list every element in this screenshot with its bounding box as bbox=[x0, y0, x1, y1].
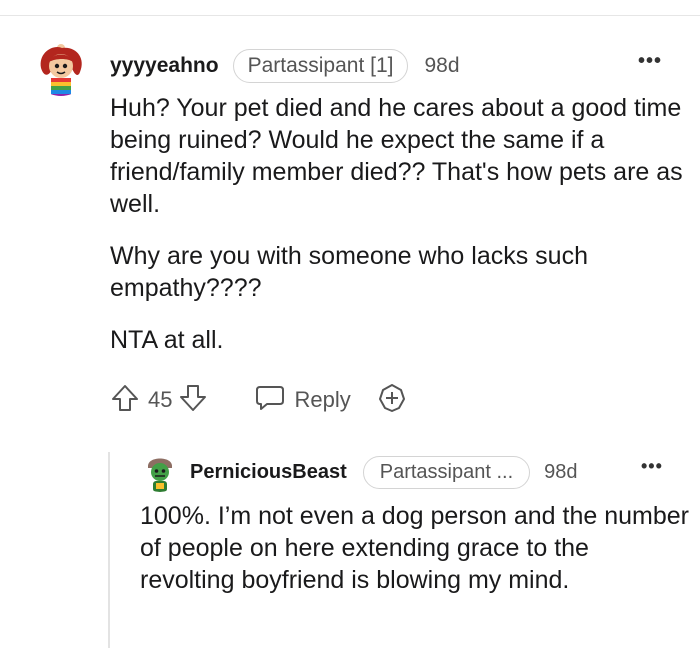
reply-label: Reply bbox=[294, 387, 351, 412]
comment-actions: 45 Reply bbox=[110, 380, 407, 420]
vote-score: 45 bbox=[148, 387, 173, 412]
avatar[interactable] bbox=[140, 452, 180, 492]
user-flair: Partassipant ... bbox=[362, 455, 531, 489]
downvote-arrow-icon[interactable] bbox=[178, 383, 208, 418]
more-options-icon[interactable]: ••• bbox=[641, 456, 663, 477]
upvote-arrow-icon[interactable] bbox=[110, 383, 140, 418]
speech-bubble-icon bbox=[254, 383, 286, 418]
award-plus-icon[interactable] bbox=[377, 383, 407, 418]
thread-line[interactable] bbox=[108, 452, 110, 648]
reply-button[interactable]: Reply bbox=[254, 383, 351, 418]
comment-meta: yyyyeahno Partassipant [1] 98d bbox=[110, 49, 460, 83]
username[interactable]: PerniciousBeast bbox=[190, 461, 347, 484]
comment-body: 100%. I’m not even a dog person and the … bbox=[140, 500, 690, 596]
avatar[interactable] bbox=[32, 38, 90, 96]
comment-paragraph: Why are you with someone who lacks such … bbox=[110, 242, 588, 302]
comment-age: 98d bbox=[544, 460, 578, 483]
user-flair: Partassipant [1] bbox=[232, 49, 409, 83]
comment-paragraph: 100%. I’m not even a dog person and the … bbox=[140, 502, 689, 594]
comment-paragraph: Huh? Your pet died and he cares about a … bbox=[110, 94, 683, 218]
comment-paragraph: NTA at all. bbox=[110, 326, 224, 354]
more-options-icon[interactable]: ••• bbox=[638, 50, 662, 73]
comment-age: 98d bbox=[424, 54, 460, 77]
username[interactable]: yyyyeahno bbox=[110, 54, 219, 78]
comment-body: Huh? Your pet died and he cares about a … bbox=[110, 92, 690, 376]
top-divider bbox=[0, 15, 700, 16]
comment-meta: PerniciousBeast Partassipant ... 98d bbox=[190, 455, 578, 489]
